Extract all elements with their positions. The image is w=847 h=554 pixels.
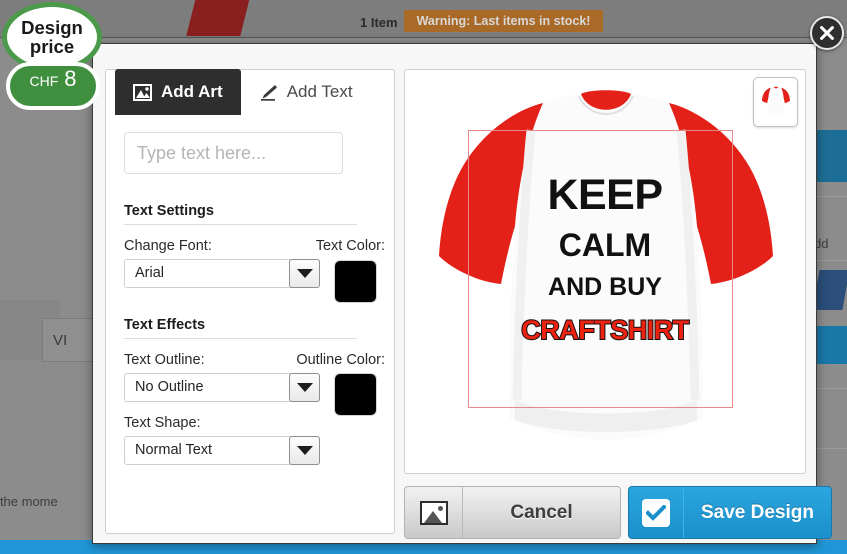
chevron-down-icon[interactable] (289, 259, 320, 288)
background-blue-button[interactable] (814, 326, 847, 364)
save-design-button[interactable]: Save Design (628, 486, 832, 539)
design-price-amount: 8 (64, 66, 77, 91)
design-text-line-4[interactable]: CRAFTSHIRT (405, 314, 805, 346)
tab-add-text[interactable]: Add Text (241, 69, 371, 115)
chevron-down-icon[interactable] (289, 373, 320, 402)
image-icon (405, 487, 463, 538)
font-select-value: Arial (135, 265, 165, 281)
shirt-preview-panel[interactable]: KEEP CALM AND BUY CRAFTSHIRT (404, 69, 806, 474)
background-divider (814, 448, 847, 449)
background-item-count: 1 Item (360, 15, 398, 30)
design-price-badge: Design price CHF 8 (2, 2, 106, 114)
screen: 1 Item Warning: Last items in stock! VI … (0, 0, 847, 554)
background-blue-button[interactable] (814, 130, 847, 182)
design-price-currency: CHF (29, 73, 59, 89)
outline-color-label: Outline Color: (296, 352, 385, 368)
font-select[interactable]: Arial (124, 259, 320, 288)
background-divider (814, 388, 847, 389)
outline-select[interactable]: No Outline (124, 373, 320, 402)
design-price-title-line1: Design (21, 16, 83, 38)
field-text-outline: Text Outline: Outline Color: No Outline (124, 352, 385, 415)
tshirt-thumbnail-icon[interactable] (753, 77, 798, 127)
shape-select[interactable]: Normal Text (124, 436, 320, 465)
field-change-font: Change Font: Text Color: Arial (124, 238, 385, 302)
tshirt-graphic (439, 90, 773, 440)
save-design-button-label: Save Design (701, 501, 814, 523)
background-add-label: dd (814, 236, 829, 251)
text-shape-label: Text Shape: (124, 415, 201, 431)
outline-color-swatch[interactable] (335, 374, 376, 415)
outline-select-value: No Outline (135, 379, 204, 395)
tab-add-art-label: Add Art (161, 82, 223, 101)
check-icon (629, 487, 684, 538)
editor-tabs: Add Art Add Text (115, 69, 371, 115)
pen-icon (259, 84, 278, 101)
cancel-button[interactable]: Cancel (404, 486, 621, 539)
editor-left-panel: Add Art Add Text Text Settings (105, 69, 395, 534)
tab-add-text-label: Add Text (286, 82, 353, 101)
design-text-line-1[interactable]: KEEP (405, 171, 805, 220)
design-editor-modal: Add Art Add Text Text Settings (92, 43, 832, 544)
text-color-swatch[interactable] (335, 261, 376, 302)
background-divider (814, 196, 847, 197)
background-availability-text: r the mome (0, 494, 58, 509)
image-icon (133, 83, 152, 101)
background-divider (814, 260, 847, 261)
design-text-line-2[interactable]: CALM (405, 227, 805, 264)
background-stock-warning: Warning: Last items in stock! (404, 10, 603, 32)
shape-select-value: Normal Text (135, 442, 213, 458)
text-color-label: Text Color: (315, 238, 385, 254)
tab-add-art[interactable]: Add Art (115, 69, 241, 115)
cancel-button-label: Cancel (510, 501, 573, 523)
close-icon[interactable] (810, 16, 844, 50)
section-title-text-settings: Text Settings (124, 203, 357, 225)
text-input[interactable] (124, 132, 343, 174)
close-glyph (820, 26, 834, 40)
design-price-title-line2: price (29, 36, 75, 57)
section-title-text-effects: Text Effects (124, 317, 357, 339)
background-right-column: dd (812, 38, 847, 554)
design-price-amount-pill: CHF 8 (6, 62, 100, 110)
field-text-shape: Text Shape: Normal Text (124, 415, 376, 465)
design-text-line-3[interactable]: AND BUY (405, 273, 805, 302)
chevron-down-icon[interactable] (289, 436, 320, 465)
editor-panel-body: Text Settings Change Font: Text Color: A… (106, 116, 394, 533)
background-blue-graphic (812, 270, 847, 310)
